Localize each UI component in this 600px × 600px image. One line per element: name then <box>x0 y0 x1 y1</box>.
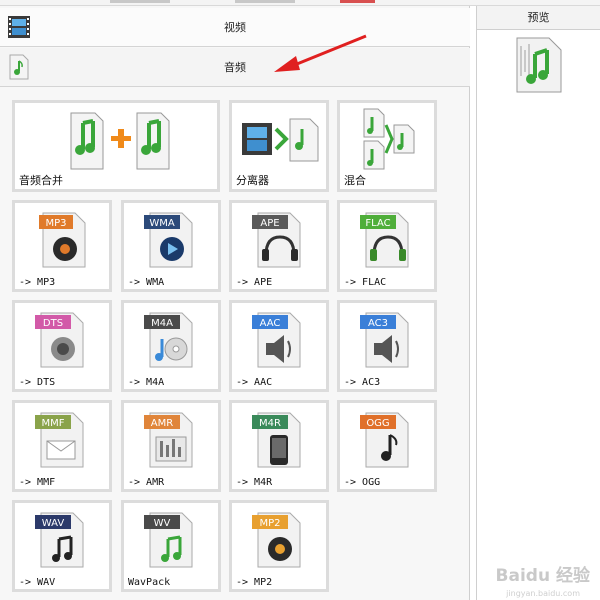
tile-flac[interactable]: FLAC -> FLAC <box>337 200 437 292</box>
tile-wav[interactable]: WAV -> WAV <box>12 500 112 592</box>
tile-aac[interactable]: AAC -> AAC <box>229 300 329 392</box>
tile-label: -> MP3 <box>19 277 56 288</box>
baidu-watermark: Baidu 经验 <box>495 566 590 586</box>
wav-badge: WAV <box>42 518 65 529</box>
tile-mix[interactable]: 混合 <box>337 100 437 192</box>
tile-label: WavPack <box>128 577 171 588</box>
aac-file-icon: AAC <box>252 312 301 368</box>
wv-badge: WV <box>154 518 171 529</box>
tile-label: 音频合并 <box>19 174 63 187</box>
mmf-file-icon: MMF <box>35 412 84 468</box>
aac-badge: AAC <box>260 318 281 329</box>
tile-splitter[interactable]: 分离器 <box>229 100 329 192</box>
top-tab[interactable] <box>235 0 295 3</box>
tile-label: -> APE <box>236 277 273 288</box>
m4a-file-icon: M4A <box>144 312 193 368</box>
tile-label: -> DTS <box>19 377 56 388</box>
wma-file-icon: WMA <box>144 212 193 268</box>
tile-m4a[interactable]: M4A -> M4A <box>121 300 221 392</box>
wavpack-file-icon: WV <box>144 512 193 568</box>
tile-label: -> WAV <box>19 577 56 588</box>
annotation-arrow-icon <box>274 34 367 72</box>
wav-file-icon: WAV <box>35 512 84 568</box>
mp2-badge: MP2 <box>259 518 280 529</box>
flac-file-icon: FLAC <box>360 212 409 268</box>
conversion-panel: 视频 音频 音频合并 分离器 混合 MP3 -> MP3 WMA -> WMA … <box>0 6 470 600</box>
baidu-watermark-url: jingyan.baidu.com <box>506 589 580 598</box>
tile-audio-merge[interactable]: 音频合并 <box>12 100 220 192</box>
flac-badge: FLAC <box>365 218 390 229</box>
preview-panel: 预览 <box>476 6 600 600</box>
tile-mmf[interactable]: MMF -> MMF <box>12 400 112 492</box>
tile-mp3[interactable]: MP3 -> MP3 <box>12 200 112 292</box>
ac3-badge: AC3 <box>368 318 388 329</box>
category-video-label: 视频 <box>224 21 246 34</box>
tile-label: 分离器 <box>236 174 269 187</box>
tile-label: -> MP2 <box>236 577 273 588</box>
ape-badge: APE <box>260 218 279 229</box>
category-audio-label: 音频 <box>224 61 246 74</box>
tile-label: -> AMR <box>128 477 165 488</box>
tile-wma[interactable]: WMA -> WMA <box>121 200 221 292</box>
tile-mp2[interactable]: MP2 -> MP2 <box>229 500 329 592</box>
tile-wavpack[interactable]: WV WavPack <box>121 500 221 592</box>
m4r-badge: M4R <box>259 418 281 429</box>
dts-file-icon: DTS <box>35 312 84 368</box>
category-audio[interactable]: 音频 <box>0 48 470 87</box>
splitter-icon <box>242 118 319 162</box>
ogg-file-icon: OGG <box>360 412 409 468</box>
tile-label: -> FLAC <box>344 277 387 288</box>
tile-ogg[interactable]: OGG -> OGG <box>337 400 437 492</box>
tile-m4r[interactable]: M4R -> M4R <box>229 400 329 492</box>
ac3-file-icon: AC3 <box>360 312 409 368</box>
amr-file-icon: AMR <box>144 412 193 468</box>
tile-label: -> WMA <box>128 277 165 288</box>
tile-label: -> M4A <box>128 377 165 388</box>
m4r-file-icon: M4R <box>252 412 301 468</box>
category-video[interactable]: 视频 <box>0 8 470 47</box>
tile-label: -> AC3 <box>344 377 381 388</box>
tile-dts[interactable]: DTS -> DTS <box>12 300 112 392</box>
tile-label: -> MMF <box>19 477 56 488</box>
mp2-file-icon: MP2 <box>252 512 301 568</box>
preview-header: 预览 <box>477 6 600 30</box>
mix-icon <box>363 108 415 170</box>
tile-label: -> OGG <box>344 477 381 488</box>
wma-badge: WMA <box>149 218 175 229</box>
tile-label: 混合 <box>344 174 366 187</box>
amr-badge: AMR <box>151 418 173 429</box>
top-tab[interactable] <box>110 0 170 3</box>
dts-badge: DTS <box>43 318 63 329</box>
audio-preview-icon <box>516 37 562 93</box>
ape-file-icon: APE <box>252 212 301 268</box>
mp3-badge: MP3 <box>45 218 66 229</box>
tile-ape[interactable]: APE -> APE <box>229 200 329 292</box>
ogg-badge: OGG <box>366 418 389 429</box>
audio-merge-icon <box>70 112 170 170</box>
tile-ac3[interactable]: AC3 -> AC3 <box>337 300 437 392</box>
tile-label: -> M4R <box>236 477 273 488</box>
tile-amr[interactable]: AMR -> AMR <box>121 400 221 492</box>
mmf-badge: MMF <box>41 418 64 429</box>
top-tab[interactable] <box>340 0 375 3</box>
mp3-file-icon: MP3 <box>39 212 86 268</box>
tile-label: -> AAC <box>236 377 273 388</box>
m4a-badge: M4A <box>151 318 173 329</box>
